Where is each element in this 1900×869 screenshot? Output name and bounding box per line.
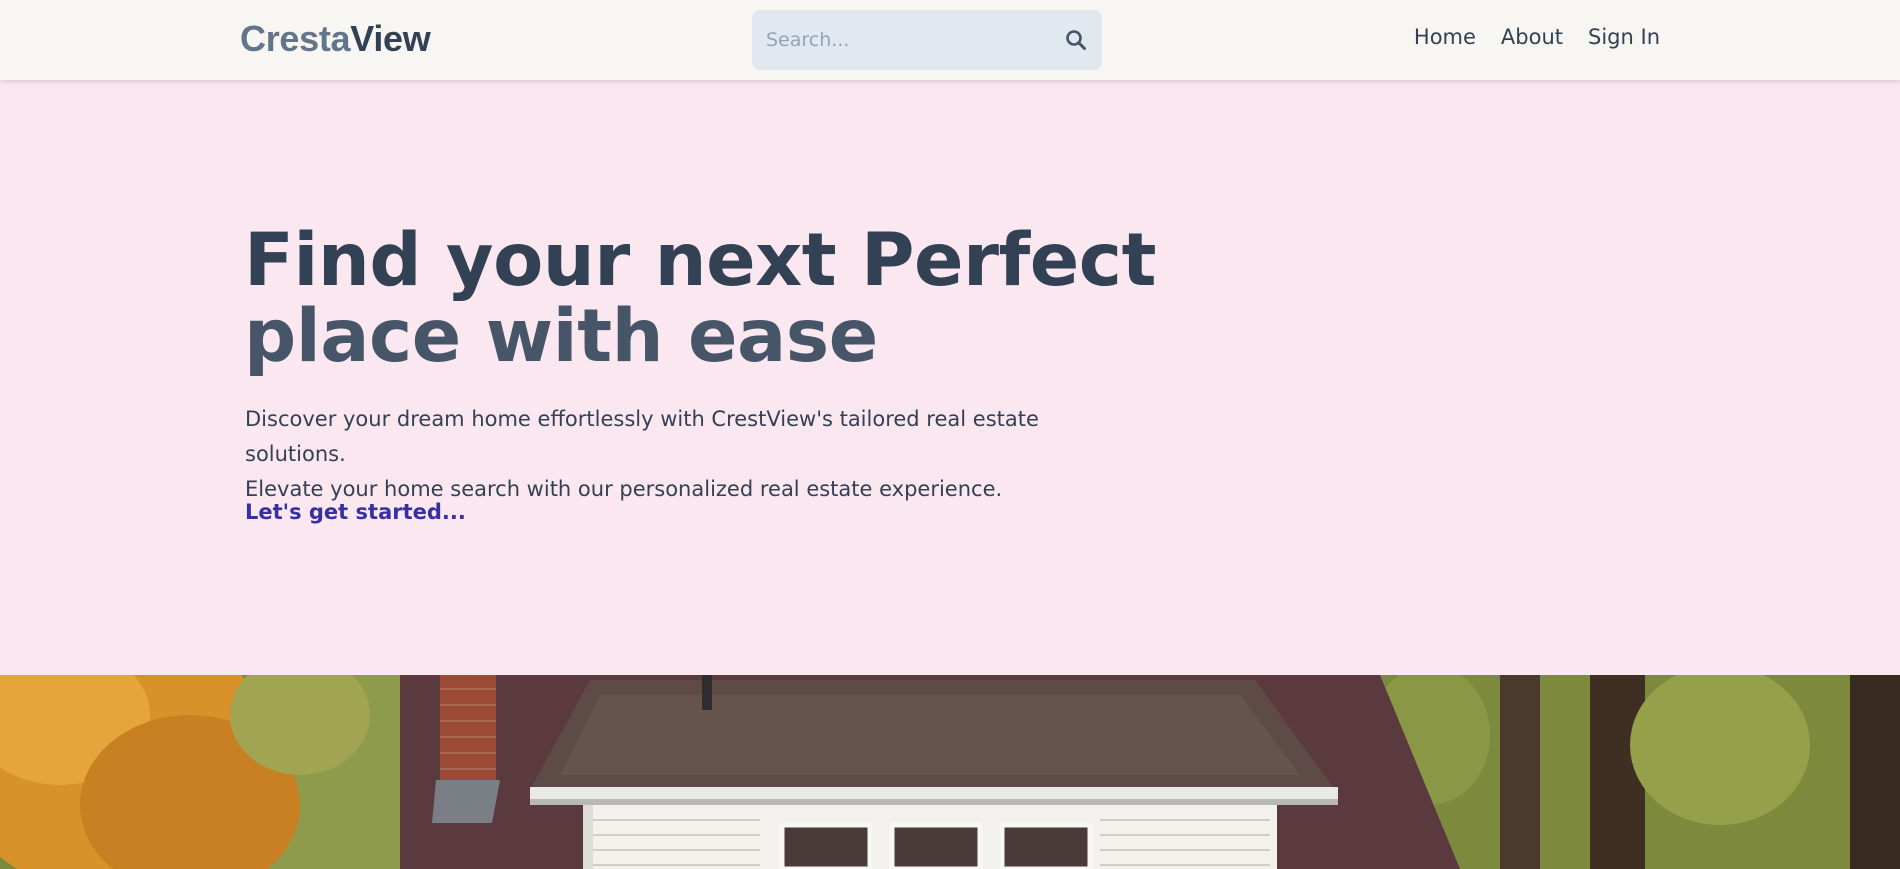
nav-home-link[interactable]: Home: [1414, 25, 1476, 49]
nav-about-link[interactable]: About: [1501, 25, 1563, 49]
get-started-link[interactable]: Let's get started...: [245, 500, 466, 524]
logo-part-view: View: [350, 18, 431, 59]
nav-sign-in-link[interactable]: Sign In: [1588, 25, 1660, 49]
hero-description-line2: Elevate your home search with our person…: [245, 477, 1003, 501]
house-photo-illustration: [0, 675, 1900, 869]
main-nav: Home About Sign In: [1414, 25, 1660, 49]
hero-description: Discover your dream home effortlessly wi…: [245, 402, 1145, 507]
site-logo[interactable]: CrestaView: [240, 18, 431, 60]
hero-title: Find your next Perfect place with ease: [244, 223, 1244, 375]
search-form: [752, 10, 1102, 70]
search-input[interactable]: [766, 24, 1056, 56]
hero-title-line1: Find your next Perfect: [244, 218, 1156, 303]
search-icon[interactable]: [1065, 29, 1087, 51]
logo-part-cresta: Cresta: [240, 18, 351, 59]
hero-title-line2: place with ease: [244, 294, 878, 379]
house-photo: [0, 675, 1900, 869]
hero-description-line1: Discover your dream home effortlessly wi…: [245, 407, 1039, 466]
site-header: CrestaView Home About Sign In: [0, 0, 1900, 80]
hero-section: Find your next Perfect place with ease D…: [0, 80, 1900, 675]
